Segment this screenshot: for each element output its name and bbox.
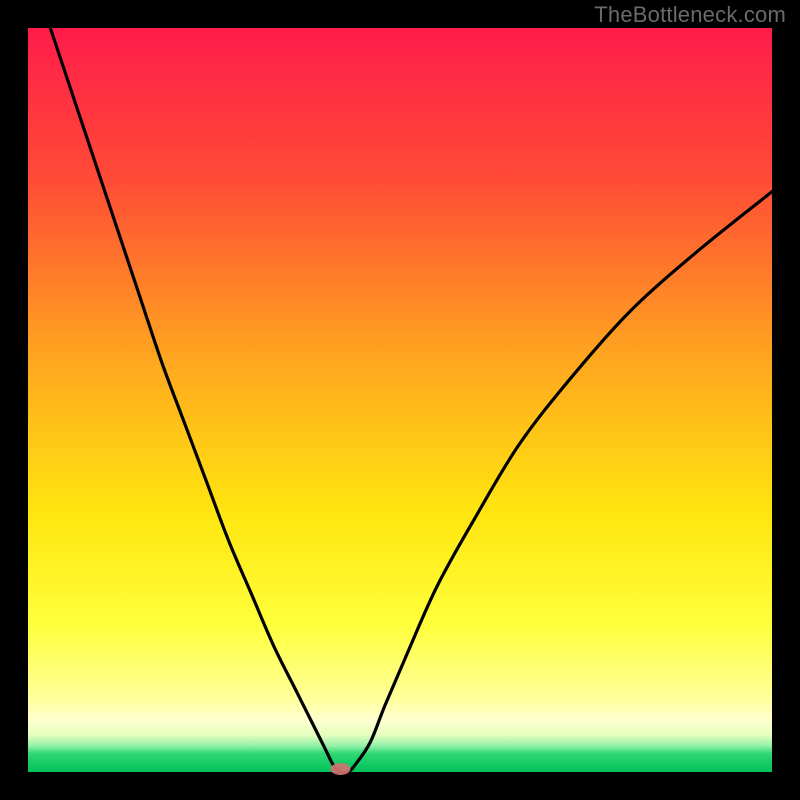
optimal-point-marker xyxy=(330,763,350,775)
watermark-text: TheBottleneck.com xyxy=(594,2,786,28)
chart-frame: TheBottleneck.com xyxy=(0,0,800,800)
bottleneck-chart xyxy=(0,0,800,800)
plot-area xyxy=(28,28,772,772)
